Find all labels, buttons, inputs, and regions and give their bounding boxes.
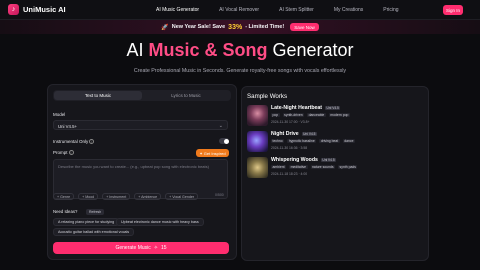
track-cover[interactable] xyxy=(247,105,268,126)
promo-suffix: - Limited Time! xyxy=(245,24,285,30)
title-pre: AI xyxy=(126,40,149,60)
instrumental-text: Instrumental Only xyxy=(53,139,89,144)
model-value: Uni V4.5+ xyxy=(58,123,77,129)
promo-percent: 33% xyxy=(228,23,243,31)
sparkle-icon: ✦ xyxy=(199,150,203,156)
nav-link-ai-stem-splitter[interactable]: AI Stem Splitter xyxy=(279,7,314,13)
tag: hypnotic bassline xyxy=(287,139,317,143)
track-title: Late-Night Heartbeat Uni V4.5 xyxy=(271,105,341,111)
need-ideas-label: Need Ideas? xyxy=(53,209,78,214)
nav-link-ai-music-generator[interactable]: AI Music Generator xyxy=(156,7,199,13)
nav-links: AI Music Generator AI Vocal Remover AI S… xyxy=(156,7,419,13)
chip-mood[interactable]: + Mood xyxy=(78,193,99,200)
promo-text: New Year Sale! Save xyxy=(171,24,226,30)
info-icon[interactable]: i xyxy=(68,150,74,155)
wand-icon: ✧ xyxy=(153,245,158,251)
model-badge: Uni V4.5 xyxy=(320,157,337,162)
track-meta: 2024-11-30 16:36 · 3:58 xyxy=(271,146,308,150)
track-title: Whispering Woods Uni V4.5 xyxy=(271,157,337,163)
sample-work-item[interactable]: Night Drive Uni V4.5 techno hypnotic bass… xyxy=(247,131,427,153)
nav-link-ai-vocal-remover[interactable]: AI Vocal Remover xyxy=(219,7,259,13)
title-post: Generator xyxy=(267,40,354,60)
toggle-knob xyxy=(224,138,229,144)
get-inspired-button[interactable]: ✦ Get Inspired xyxy=(196,149,229,157)
tag: techno xyxy=(271,139,285,143)
tag: synth-driven xyxy=(282,113,305,117)
nav-link-my-creations[interactable]: My Creations xyxy=(334,7,363,13)
idea-chip[interactable]: A relaxing piano piece for studying xyxy=(53,218,120,226)
brand-name: UniMusic AI xyxy=(23,5,66,14)
sign-in-button[interactable]: Sign In xyxy=(443,5,463,15)
top-navbar: ♪ UniMusic AI AI Music Generator AI Voca… xyxy=(0,0,480,20)
prompt-placeholder: Describe the music you want to create...… xyxy=(58,164,209,169)
title-accent: Music & Song xyxy=(148,40,268,60)
char-counter: 0/500 xyxy=(215,193,224,197)
idea-chip[interactable]: Upbeat electronic dance music with heavy… xyxy=(116,218,204,226)
chevron-down-icon: ⌄ xyxy=(218,122,223,129)
promo-banner: 🚀 New Year Sale! Save 33% - Limited Time… xyxy=(0,20,480,34)
track-title-text: Night Drive xyxy=(271,131,299,137)
save-now-button[interactable]: Save Now xyxy=(290,23,319,31)
info-icon[interactable]: i xyxy=(89,139,95,144)
tag: modern pop xyxy=(328,113,350,117)
track-meta: 2024-11-30 17:00 · V3.8+ xyxy=(271,120,310,124)
track-cover[interactable] xyxy=(247,131,268,152)
page-title: AI Music & Song Generator xyxy=(0,40,480,61)
chip-instrument[interactable]: + Instrument xyxy=(102,193,131,200)
chip-vocal-gender[interactable]: + Vocal Gender xyxy=(165,193,199,200)
rocket-icon: 🚀 xyxy=(161,24,169,31)
tag: meditative xyxy=(289,165,308,169)
nav-link-pricing[interactable]: Pricing xyxy=(383,7,398,13)
model-badge: Uni V4.5 xyxy=(325,105,341,110)
model-badge: Uni V4.5 xyxy=(301,131,317,136)
chip-ambience[interactable]: + Ambience xyxy=(134,193,162,200)
idea-chip[interactable]: Acoustic guitar ballad with emotional vo… xyxy=(53,228,135,236)
brand-logo[interactable]: ♪ UniMusic AI xyxy=(8,4,66,15)
track-title-text: Late-Night Heartbeat xyxy=(271,105,323,111)
sample-work-item[interactable]: Whispering Woods Uni V4.5 ambient meditat… xyxy=(247,157,427,179)
mode-tabs: Text to Music Lyrics to Music xyxy=(53,90,231,101)
tab-lyrics-to-music[interactable]: Lyrics to Music xyxy=(142,91,230,100)
generate-music-button[interactable]: Generate Music ✧ 15 xyxy=(53,242,229,254)
generator-form: Text to Music Lyrics to Music Model Uni … xyxy=(47,84,237,260)
generate-cost: 15 xyxy=(160,245,167,251)
sample-works-title: Sample Works xyxy=(247,93,288,100)
instrumental-toggle[interactable] xyxy=(219,138,229,144)
instrumental-label: Instrumental Only i xyxy=(53,139,95,144)
page-subtitle: Create Professional Music in Seconds. Ge… xyxy=(133,68,347,74)
get-inspired-label: Get Inspired xyxy=(203,150,226,156)
tag: driving beat xyxy=(319,139,340,143)
track-cover[interactable] xyxy=(247,157,268,178)
track-tags: pop synth-driven danceable modern pop xyxy=(271,113,350,117)
prompt-text: Prompt xyxy=(53,150,68,155)
music-note-icon: ♪ xyxy=(8,4,19,15)
chip-genre[interactable]: + Genre xyxy=(53,193,75,200)
model-label: Model xyxy=(53,112,66,117)
tag: ambient xyxy=(271,165,287,169)
track-tags: techno hypnotic bassline driving beat da… xyxy=(271,139,355,143)
refresh-ideas-button[interactable]: Refresh xyxy=(86,209,105,215)
tag: nature sounds xyxy=(310,165,336,169)
generate-label: Generate Music xyxy=(115,245,151,251)
model-select[interactable]: Uni V4.5+ ⌄ xyxy=(53,120,228,130)
tag: dance xyxy=(342,139,355,143)
tag: danceable xyxy=(307,113,326,117)
track-title-text: Whispering Woods xyxy=(271,157,318,163)
track-meta: 2024-11-18 18:23 · 4:00 xyxy=(271,172,308,176)
tag: pop xyxy=(271,113,280,117)
track-tags: ambient meditative nature sounds synth p… xyxy=(271,165,358,169)
track-title: Night Drive Uni V4.5 xyxy=(271,131,317,137)
tab-text-to-music[interactable]: Text to Music xyxy=(54,91,142,100)
sample-works-panel: Sample Works Late-Night Heartbeat Uni V4.… xyxy=(241,86,429,261)
sample-work-item[interactable]: Late-Night Heartbeat Uni V4.5 pop synth-d… xyxy=(247,105,427,127)
prompt-label: Prompt i xyxy=(53,150,74,155)
tag-chips: + Genre + Mood + Instrument + Ambience +… xyxy=(53,193,199,200)
tag: synth pads xyxy=(338,165,358,169)
